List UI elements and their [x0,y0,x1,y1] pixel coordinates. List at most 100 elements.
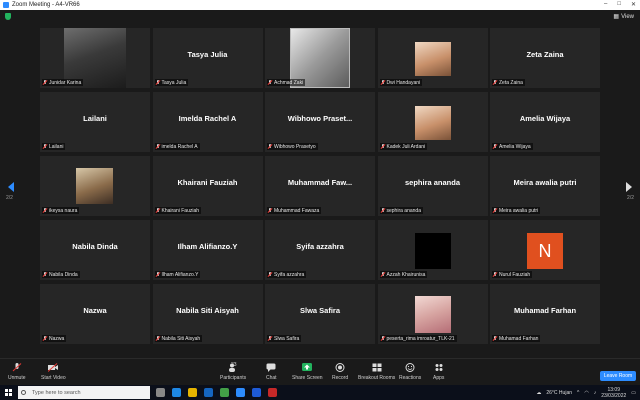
chat-button[interactable]: Chat [266,363,277,381]
weather-status[interactable]: 26°C Hujan [546,390,572,396]
minimize-icon[interactable]: – [604,1,607,8]
participant-display-name: Nazwa [83,306,107,315]
participant-name-label: Muhamad Farhan [492,335,541,342]
participant-tile[interactable]: Muhammad Faw... Muhammad Fawaza [265,156,375,216]
muted-microphone-icon [381,80,385,85]
participant-name: Lailani [49,143,64,150]
notifications-icon[interactable]: ▭ [631,390,636,396]
muted-microphone-icon [268,272,272,277]
participant-tile[interactable]: Imelda Rachel A imelda Rachel A [152,92,263,152]
window-title: Zoom Meeting - A4-VR66 [12,2,80,8]
participant-name: Nabila Dinda [49,271,78,278]
participant-name: Amelia Wijaya [499,143,531,150]
muted-microphone-icon [156,208,160,213]
participant-tile[interactable]: Tasya Julia Tasya Julia [152,28,263,88]
participant-name-label: Wibhowo Prasetyo [267,143,318,150]
volume-icon[interactable]: ♪ [594,390,597,396]
windows-taskbar: Type here to search ☁ 26°C Hujan ^ ◠ ♪ 1… [0,385,640,400]
muted-microphone-icon [493,208,497,213]
muted-microphone-icon [43,272,47,277]
avatar: N [527,233,563,269]
windows-start-icon[interactable] [5,389,12,396]
participant-display-name: sephira ananda [404,178,461,187]
participant-tile[interactable]: peserta_rima imroatur_TLK-21 [377,284,488,344]
participant-name: Azzah Khairunisa [386,271,426,278]
previous-page-arrow-icon[interactable] [8,182,14,192]
participant-name-label: Azzah Khairunisa [379,271,428,278]
participant-tile[interactable]: ikeysa naura [40,156,150,216]
task-view-icon[interactable] [156,388,165,397]
participant-tile[interactable]: Dwi Handayani [377,28,488,88]
muted-microphone-icon [268,208,272,213]
leave-room-button[interactable]: Leave Room [600,371,636,381]
file-explorer-icon[interactable] [188,388,197,397]
search-placeholder: Type here to search [32,389,81,396]
participant-tile[interactable]: Junidar Karina [40,28,150,88]
participant-tile[interactable]: Nazwa Nazwa [40,284,150,344]
zoom-logo-icon [3,2,9,8]
participant-display-name: Ilham Alifianzo.Y [177,242,238,251]
taskbar-clock[interactable]: 13:09 23/03/2022 [601,387,626,399]
start-video-button[interactable]: Start Video [41,363,66,381]
muted-microphone-icon [381,208,385,213]
participant-tile[interactable]: Nabila Siti Aisyah Nabila Siti Aisyah [152,284,263,344]
view-button[interactable]: ▦ View [613,13,634,21]
participant-display-name: Amelia Wijaya [519,114,571,123]
participant-tile[interactable]: sephira ananda sephira ananda [377,156,488,216]
participant-name: Syifa azzahra [274,271,305,278]
participant-name-label: Meira awalia putri [492,207,541,214]
word-app-icon[interactable] [252,388,261,397]
record-button[interactable]: Record [332,363,348,381]
participant-tile[interactable]: Azzah Khairunisa [377,220,488,280]
participant-tile[interactable]: Ilham Alifianzo.Y Ilham Alifianzo.Y [152,220,263,280]
participants-count: 33 [231,362,237,368]
participant-tile[interactable]: Syifa azzahra Syifa azzahra [265,220,375,280]
participant-tile[interactable]: Amelia Wijaya Amelia Wijaya [490,92,600,152]
muted-microphone-icon [43,80,47,85]
participant-tile[interactable]: N Nurul Fauziah [490,220,600,280]
participant-name-label: Achmad Zaki [267,79,306,86]
close-icon[interactable]: ✕ [631,1,636,8]
participant-tile[interactable]: Meira awalia putri Meira awalia putri [490,156,600,216]
zoom-app-icon[interactable] [236,388,245,397]
participant-tile[interactable]: Khairani Fauziah Khairani Fauziah [152,156,263,216]
window-titlebar: Zoom Meeting - A4-VR66 – □ ✕ [0,0,640,10]
participant-name: Tasya Julia [161,79,187,86]
participant-name: Wibhowo Prasetyo [274,143,316,150]
security-shield-icon[interactable] [5,13,11,20]
system-tray: ☁ 26°C Hujan ^ ◠ ♪ 13:09 23/03/2022 ▭ [536,387,636,399]
unmute-button[interactable]: Unmute [8,363,26,381]
wifi-icon[interactable]: ◠ [584,390,588,396]
participant-tile[interactable]: Zeta Zaina Zeta Zaina [490,28,600,88]
participants-button[interactable]: 33 Participants [220,362,246,381]
participant-tile[interactable]: Lailani Lailani [40,92,150,152]
chrome-browser-icon[interactable] [220,388,229,397]
participant-tile[interactable]: Wibhowo Praset... Wibhowo Prasetyo [265,92,375,152]
participant-name-label: Nabila Siti Aisyah [154,335,203,342]
tray-chevron-icon[interactable]: ^ [577,390,579,396]
apps-button[interactable]: Apps [433,363,444,381]
breakout-rooms-button[interactable]: Breakout Rooms [358,363,395,381]
participant-name-label: Nazwa [42,335,67,342]
muted-microphone-icon [43,144,47,149]
powerpoint-app-icon[interactable] [268,388,277,397]
edge-browser-icon[interactable] [172,388,181,397]
next-page-arrow-icon[interactable] [626,182,632,192]
share-screen-button[interactable]: Share Screen [292,363,323,381]
taskbar-pinned-apps [156,388,277,397]
participant-tile[interactable]: Kadek Juli Ardani [377,92,488,152]
participant-tile[interactable]: Nabila Dinda Nabila Dinda [40,220,150,280]
participant-display-name: Syifa azzahra [296,242,344,251]
participant-tile[interactable]: Achmad Zaki [265,28,375,88]
participant-name-label: Khairani Fauziah [154,207,202,214]
participant-name: Muhamad Farhan [499,335,539,342]
participant-name-label: Tasya Julia [154,79,189,86]
participant-name: Nabila Siti Aisyah [161,335,201,342]
muted-microphone-icon [268,144,272,149]
participant-tile[interactable]: Slwa Safira Slwa Safira [265,284,375,344]
mail-icon[interactable] [204,388,213,397]
reactions-button[interactable]: Reactions [399,363,421,381]
taskbar-search-input[interactable]: Type here to search [18,386,150,399]
maximize-icon[interactable]: □ [617,1,621,8]
participant-tile[interactable]: Muhamad Farhan Muhamad Farhan [490,284,600,344]
